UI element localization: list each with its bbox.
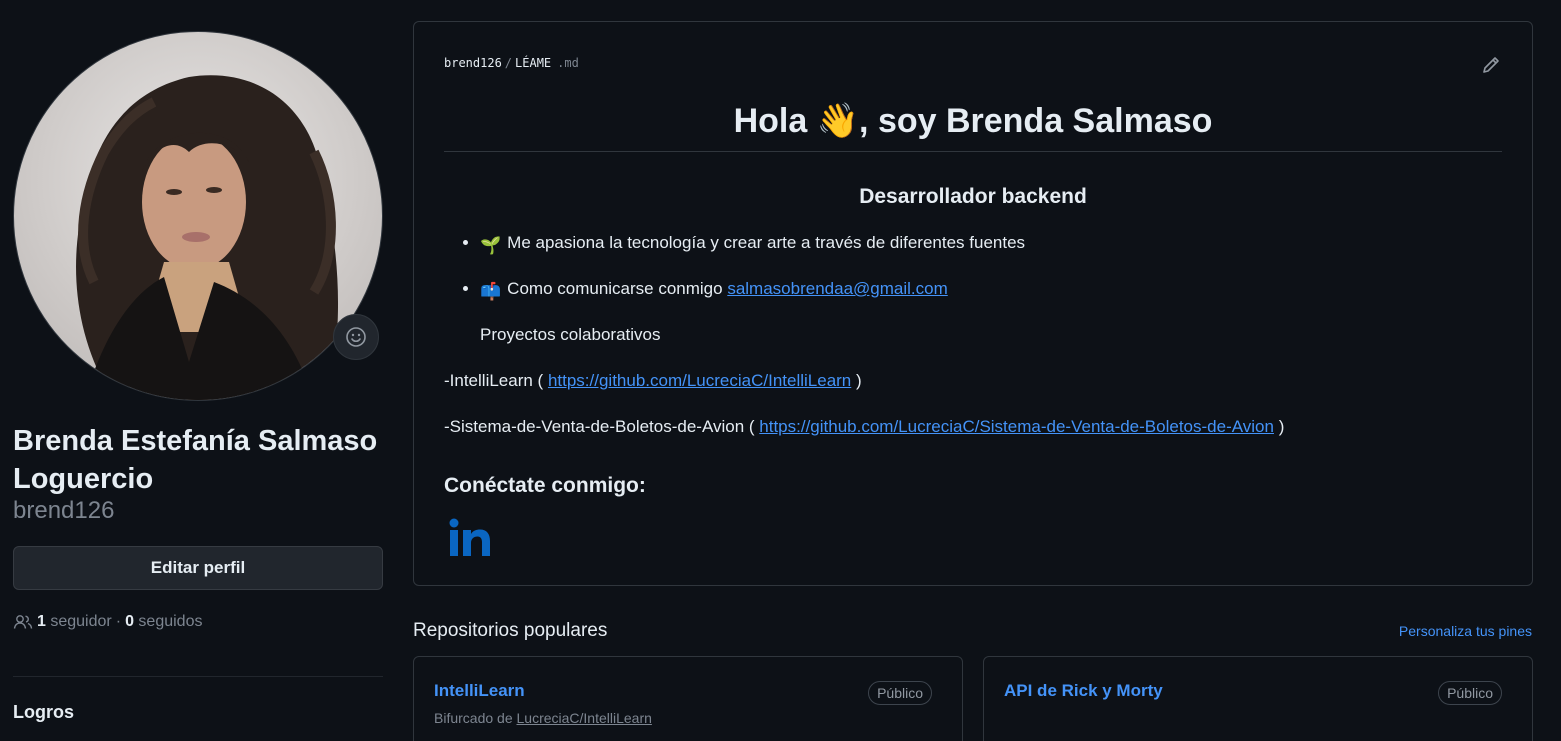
visibility-badge: Público	[1438, 681, 1502, 705]
readme-card: brend126/LÉAME .md Hola 👋, soy Brenda Sal…	[413, 21, 1533, 586]
profile-page: Brenda Estefanía Salmaso Loguercio brend…	[0, 0, 1561, 741]
project-link-boletos[interactable]: https://github.com/LucreciaC/Sistema-de-…	[759, 417, 1274, 436]
readme-heading-suffix: , soy Brenda Salmaso	[859, 102, 1213, 140]
readme-path-file[interactable]: LÉAME	[515, 56, 551, 70]
following-count: 0	[125, 613, 134, 630]
linkedin-icon	[449, 518, 490, 556]
readme-path-user[interactable]: brend126	[444, 56, 502, 70]
followers-count: 1	[37, 613, 46, 630]
visibility-badge: Público	[868, 681, 932, 705]
followers-link[interactable]: 1 seguidor	[37, 613, 112, 631]
readme-path-separator: /	[504, 56, 513, 70]
follow-separator: ·	[115, 613, 122, 630]
readme-subheading: Desarrollador backend	[859, 185, 1087, 208]
following-link[interactable]: 0 seguidos	[125, 613, 202, 631]
waving-hand-emoji: 👋	[816, 102, 860, 140]
seedling-emoji: 🌱	[480, 236, 502, 255]
avatar-photo	[76, 75, 339, 400]
list-item: 📫 Como comunicarse conmigo salmasobrendaa…	[480, 278, 1025, 324]
readme-heading-prefix: Hola	[733, 102, 817, 140]
project-line: -Sistema-de-Venta-de-Boletos-de-Avion ( …	[444, 417, 1284, 437]
fork-source-link[interactable]: LucreciaC/IntelliLearn	[517, 710, 652, 726]
project-prefix: -IntelliLearn (	[444, 371, 548, 390]
avatar-container	[13, 31, 383, 401]
project-prefix: -Sistema-de-Venta-de-Boletos-de-Avion (	[444, 417, 760, 436]
readme-divider	[444, 151, 1502, 152]
connect-heading: Conéctate conmigo:	[444, 474, 646, 497]
mailbox-emoji: 📫	[480, 282, 502, 301]
readme-path-ext: .md	[557, 56, 579, 70]
list-item: 🌱 Me apasiona la tecnología y crear arte …	[480, 232, 1025, 278]
linkedin-link[interactable]	[448, 518, 492, 563]
fork-prefix: Bifurcado de	[434, 710, 517, 726]
following-label: seguidos	[138, 613, 203, 630]
edit-profile-button[interactable]: Editar perfil	[13, 546, 383, 590]
project-line: -IntelliLearn ( https://github.com/Lucre…	[444, 371, 862, 391]
readme-heading: Hola 👋, soy Brenda Salmaso	[444, 100, 1502, 142]
project-link-intellilearn[interactable]: https://github.com/LucreciaC/IntelliLear…	[548, 371, 851, 390]
readme-bullet-list: 🌱 Me apasiona la tecnología y crear arte …	[460, 232, 1025, 324]
repo-card: IntelliLearn Público Bifurcado de Lucrec…	[413, 656, 963, 741]
popular-repos-heading: Repositorios populares	[413, 620, 608, 641]
fork-info: Bifurcado de LucreciaC/IntelliLearn	[434, 710, 652, 726]
profile-login: brend126	[13, 497, 115, 524]
avatar[interactable]	[13, 31, 383, 401]
bullet-text: Como comunicarse conmigo	[507, 279, 728, 298]
profile-full-name: Brenda Estefanía Salmaso Loguercio	[13, 425, 378, 495]
repo-name-link[interactable]: IntelliLearn	[434, 681, 525, 701]
email-link[interactable]: salmasobrendaa@gmail.com	[727, 279, 947, 298]
customize-pins-link[interactable]: Personaliza tus pines	[1399, 623, 1532, 639]
readme-path: brend126/LÉAME .md	[444, 56, 579, 70]
project-suffix: )	[1273, 417, 1285, 436]
set-status-button[interactable]	[333, 314, 379, 360]
collab-projects-label: Proyectos colaborativos	[480, 325, 661, 344]
repo-name-link[interactable]: API de Rick y Morty	[1004, 681, 1163, 701]
follow-stats: 1 seguidor · 0 seguidos	[13, 613, 202, 631]
sidebar-divider	[13, 676, 383, 677]
followers-label: seguidor	[50, 613, 112, 630]
people-icon	[13, 615, 33, 629]
achievements-heading[interactable]: Logros	[13, 702, 74, 723]
pencil-icon	[1483, 57, 1499, 73]
smiley-icon	[346, 327, 366, 347]
project-suffix: )	[851, 371, 862, 390]
bullet-text: Me apasiona la tecnología y crear arte a…	[507, 233, 1026, 252]
repo-card: API de Rick y Morty Público	[983, 656, 1533, 741]
edit-readme-button[interactable]	[1480, 54, 1502, 76]
